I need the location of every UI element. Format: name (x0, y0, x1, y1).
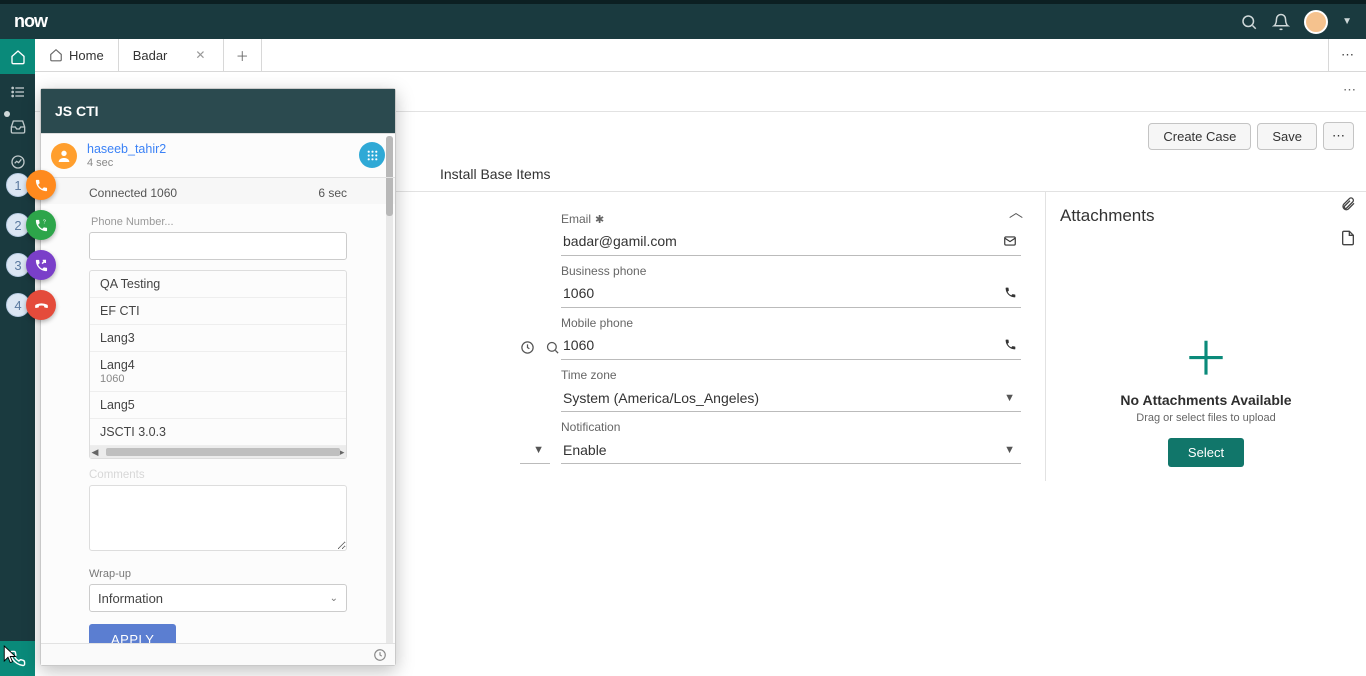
rail-inbox-icon[interactable] (0, 109, 35, 144)
caller-duration: 4 sec (87, 157, 166, 169)
subbar-overflow-icon[interactable]: ⋯ (1343, 82, 1356, 98)
hold-button[interactable] (26, 170, 56, 200)
svg-text:?: ? (42, 219, 45, 225)
tab-add[interactable]: ＋ (224, 39, 262, 71)
list-item[interactable]: EF CTI (90, 298, 346, 325)
chevron-down-icon: ▼ (533, 444, 544, 456)
contacts-list: QA Testing EF CTI Lang3 Lang41060 Lang5 … (89, 270, 347, 459)
plus-icon: ＋ (236, 46, 249, 65)
list-item[interactable]: Lang41060 (90, 352, 346, 392)
clock-icon[interactable] (520, 340, 535, 355)
more-actions-button[interactable]: ⋯ (1323, 122, 1354, 150)
caller-name-link[interactable]: haseeb_tahir2 (87, 142, 166, 156)
answer-button[interactable]: ? (26, 210, 56, 240)
email-field[interactable] (561, 231, 1021, 253)
document-icon[interactable] (1340, 230, 1356, 246)
attachments-empty-title: No Attachments Available (1060, 392, 1352, 408)
phone-icon[interactable] (1004, 338, 1017, 351)
comments-label: Comments (89, 469, 347, 481)
phone-icon[interactable] (1004, 286, 1017, 299)
dialpad-icon[interactable] (359, 142, 385, 168)
list-item[interactable]: Lang5 (90, 392, 346, 419)
cti-scrollbar[interactable] (386, 136, 393, 643)
save-button[interactable]: Save (1257, 123, 1317, 150)
rail-home-icon[interactable] (0, 39, 35, 74)
connected-time: 6 sec (318, 186, 347, 200)
home-icon (49, 48, 63, 62)
clock-icon[interactable] (373, 648, 387, 662)
notification-label: Notification (561, 420, 1021, 434)
attachments-empty-sub: Drag or select files to upload (1060, 412, 1352, 424)
tab-close-icon[interactable]: ✕ (195, 48, 205, 62)
scroll-left-icon[interactable]: ◀ (90, 447, 100, 458)
add-attachment-icon[interactable]: ＋ (1060, 336, 1352, 382)
cti-panel: JS CTI haseeb_tahir2 4 sec Connected 106… (40, 88, 396, 666)
wrapup-select[interactable]: Information ⌄ (89, 584, 347, 612)
attachments-title: Attachments (1060, 206, 1352, 226)
phone-number-input[interactable] (89, 232, 347, 260)
form-tab-install-base[interactable]: Install Base Items (440, 166, 551, 182)
wrapup-label: Wrap-up (89, 568, 347, 580)
mail-icon[interactable] (1003, 234, 1017, 248)
avatar[interactable] (1304, 10, 1328, 34)
list-item[interactable]: JSCTI 3.0.3 (90, 419, 346, 446)
timezone-select[interactable]: System (America/Los_Angeles) ▼ (561, 384, 1021, 412)
logo: now (14, 11, 47, 32)
email-label: Email✱ (561, 212, 1021, 226)
mobile-phone-label: Mobile phone (561, 316, 1021, 330)
tab-home[interactable]: Home (35, 39, 119, 71)
caller-avatar-icon (51, 143, 77, 169)
bell-icon[interactable] (1272, 13, 1290, 31)
chevron-down-icon: ⌄ (330, 593, 338, 604)
tab-home-label: Home (69, 48, 104, 63)
timezone-label: Time zone (561, 368, 1021, 382)
mobile-phone-field[interactable] (561, 335, 1021, 357)
rail-list-icon[interactable] (0, 74, 35, 109)
tab-overflow[interactable]: ⋯ (1328, 39, 1366, 71)
contacts-hscroll[interactable]: ◀ ▶ (90, 446, 346, 458)
comments-input[interactable] (89, 485, 347, 551)
tab-record[interactable]: Badar ✕ (119, 39, 224, 71)
lookup-search-icon[interactable] (545, 340, 560, 355)
notification-select[interactable]: Enable ▼ (561, 436, 1021, 464)
caret-down-icon[interactable]: ▼ (1342, 16, 1352, 27)
hidden-left-select[interactable]: ▼ (520, 436, 550, 464)
rail-phone-icon[interactable] (0, 641, 35, 676)
business-phone-field[interactable] (561, 283, 1021, 305)
select-attachment-button[interactable]: Select (1168, 438, 1244, 467)
create-case-button[interactable]: Create Case (1148, 123, 1251, 150)
search-icon[interactable] (1240, 13, 1258, 31)
transfer-button[interactable] (26, 250, 56, 280)
list-item[interactable]: Lang3 (90, 325, 346, 352)
phone-number-label: Phone Number... (91, 216, 347, 228)
cti-header: JS CTI (41, 89, 395, 133)
chevron-down-icon: ▼ (1004, 392, 1015, 404)
tab-record-label: Badar (133, 48, 168, 63)
apply-button[interactable]: APPLY (89, 624, 176, 643)
list-item[interactable]: QA Testing (90, 271, 346, 298)
paperclip-icon[interactable] (1340, 196, 1356, 212)
collapse-section-icon[interactable]: ︿ (1009, 202, 1023, 222)
chevron-down-icon: ▼ (1004, 444, 1015, 456)
business-phone-label: Business phone (561, 264, 1021, 278)
hangup-button[interactable] (26, 290, 56, 320)
connected-status: Connected 1060 (89, 186, 177, 200)
